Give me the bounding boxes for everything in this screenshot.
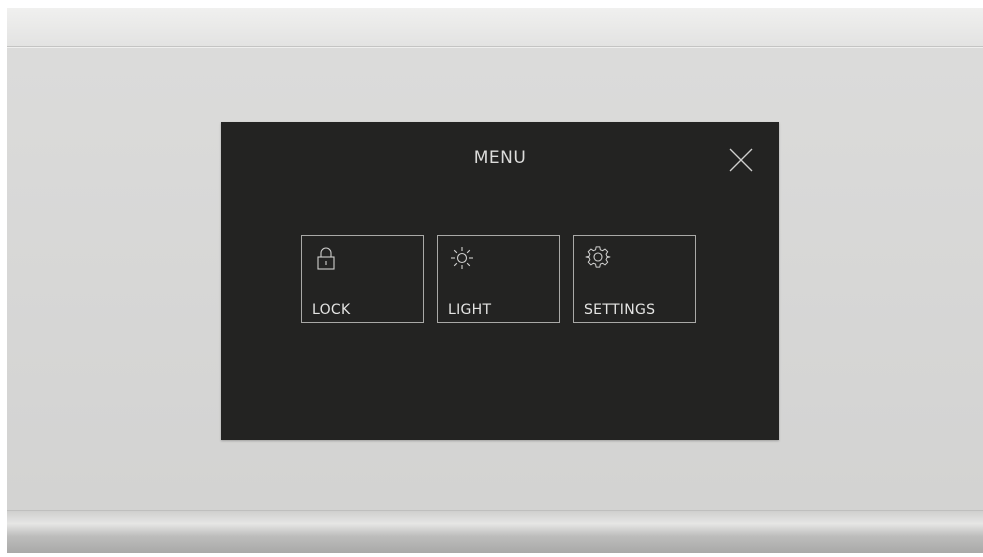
lock-button[interactable]: LOCK <box>301 235 424 323</box>
settings-button[interactable]: SETTINGS <box>573 235 696 323</box>
close-button[interactable] <box>728 147 754 173</box>
lock-label: LOCK <box>312 302 351 318</box>
lock-icon <box>317 247 335 270</box>
light-label: LIGHT <box>448 302 492 318</box>
light-icon <box>451 247 473 269</box>
touch-screen: MENU LOCK LIGHT SETTINGS <box>221 122 779 440</box>
gear-icon <box>585 246 611 268</box>
appliance-panel: MENU LOCK LIGHT SETTINGS <box>7 8 983 553</box>
close-icon <box>729 148 753 172</box>
page-title: MENU <box>473 148 527 168</box>
settings-label: SETTINGS <box>584 302 656 318</box>
bottom-rim <box>7 510 983 553</box>
light-button[interactable]: LIGHT <box>437 235 560 323</box>
top-rim <box>7 8 983 47</box>
